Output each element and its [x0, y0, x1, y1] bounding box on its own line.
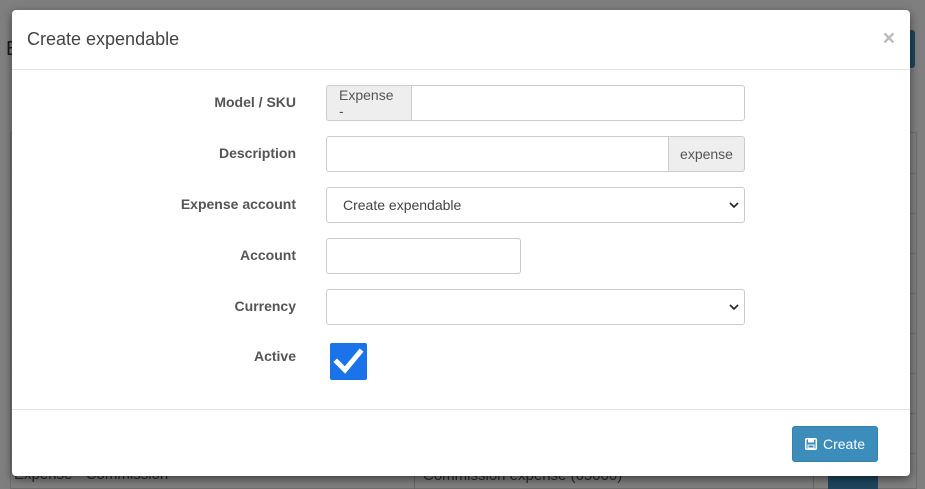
active-row: Active [12, 343, 910, 380]
model-sku-group: Expense - [326, 85, 745, 121]
description-suffix: expense [669, 136, 745, 172]
expense-account-label: Expense account [180, 196, 296, 212]
chevron-down-icon [729, 202, 739, 209]
checkmark-icon [333, 348, 364, 374]
active-checkbox[interactable] [330, 343, 367, 380]
create-button[interactable]: Create [792, 426, 878, 462]
currency-select[interactable] [326, 289, 745, 325]
modal-footer: Create [12, 409, 910, 476]
currency-row: Currency [12, 289, 910, 325]
modal-title: Create expendable [27, 29, 180, 49]
currency-label: Currency [234, 298, 296, 314]
modal-body: Model / SKU Expense - Description expens… [12, 70, 910, 410]
description-group: expense [326, 136, 745, 172]
account-row: Account [12, 238, 910, 274]
expense-account-select[interactable]: Create expendable [326, 187, 745, 223]
account-label: Account [240, 247, 296, 263]
active-label: Active [253, 348, 296, 364]
model-sku-row: Model / SKU Expense - [12, 85, 910, 121]
expense-account-row: Expense account Create expendable [12, 187, 910, 223]
description-input[interactable] [326, 136, 669, 172]
account-input[interactable] [326, 238, 521, 274]
modal-header: Create expendable × [12, 10, 910, 70]
save-icon [804, 438, 817, 450]
expense-account-selected: Create expendable [343, 197, 462, 213]
create-expendable-modal: Create expendable × Model / SKU Expense … [12, 10, 910, 476]
model-sku-label: Model / SKU [214, 94, 296, 110]
close-icon[interactable]: × [883, 28, 895, 49]
description-label: Description [218, 145, 296, 161]
model-sku-prefix: Expense - [326, 85, 411, 121]
chevron-down-icon [729, 304, 739, 311]
description-row: Description expense [12, 136, 910, 172]
create-button-label: Create [822, 436, 866, 452]
model-sku-input[interactable] [411, 85, 745, 121]
